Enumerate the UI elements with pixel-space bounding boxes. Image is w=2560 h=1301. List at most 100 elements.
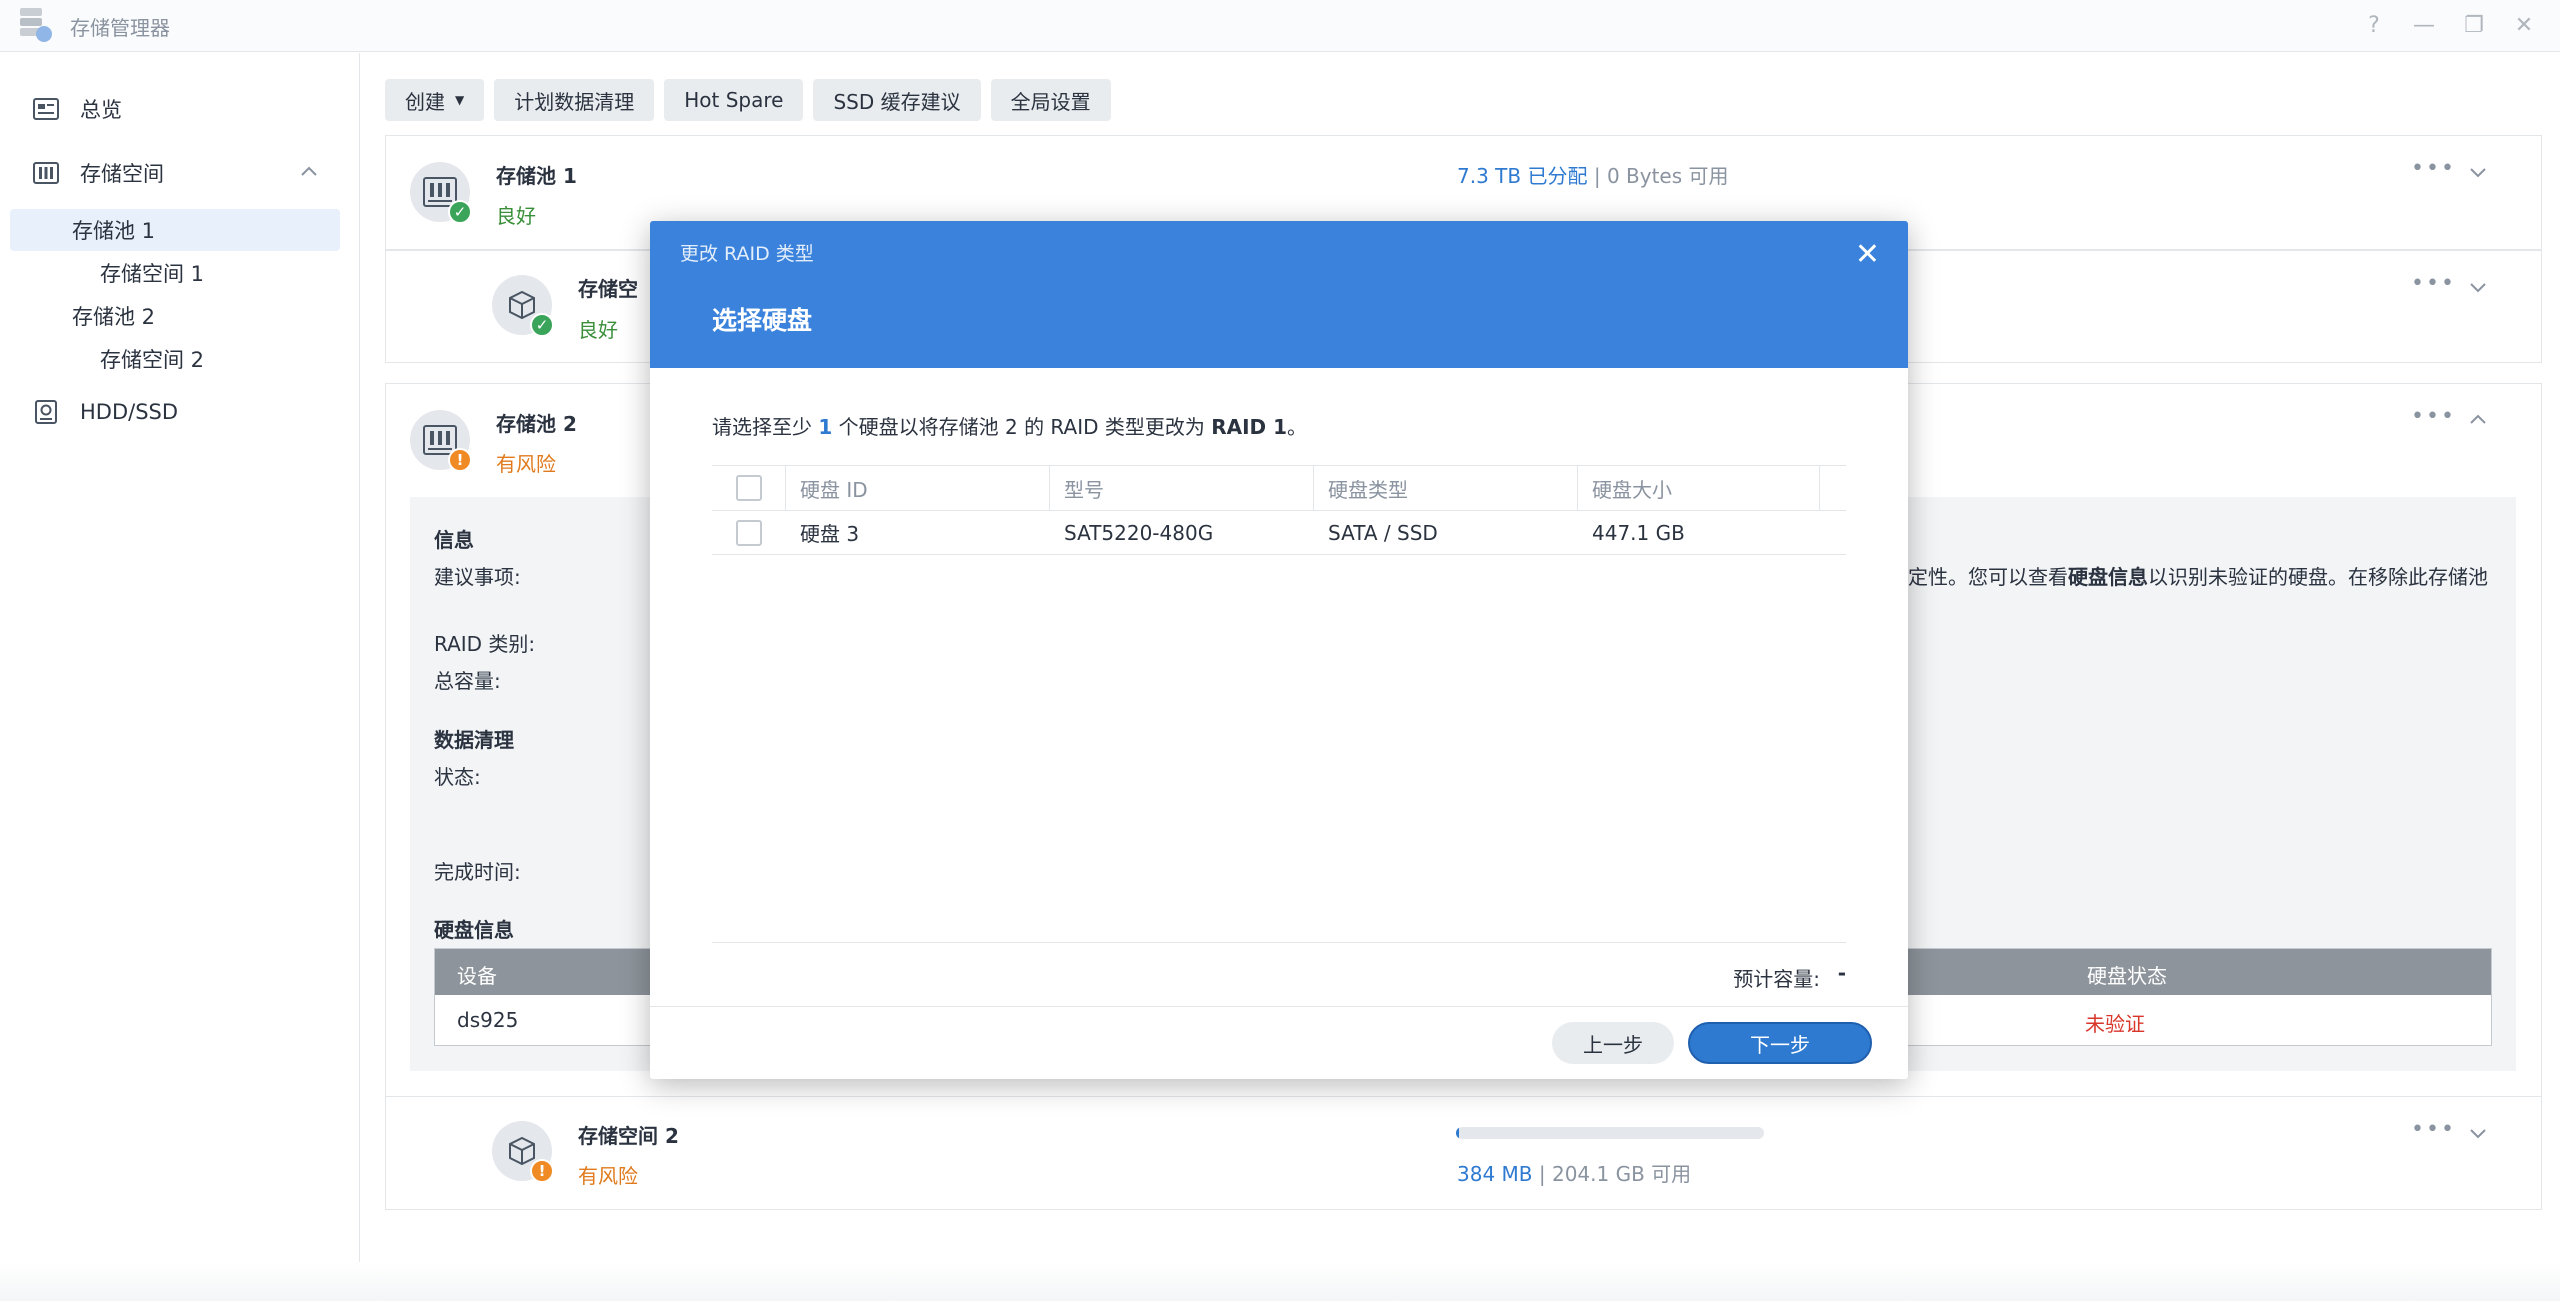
- storage-pool-icon: !: [410, 410, 472, 472]
- volume-icon: ✓: [492, 275, 554, 337]
- select-all-checkbox[interactable]: [735, 475, 762, 501]
- caret-down-icon: ▼: [455, 93, 465, 107]
- overview-icon: [32, 96, 60, 122]
- column-disk-state[interactable]: 硬盘状态: [2087, 960, 2167, 989]
- close-icon[interactable]: ✕: [1855, 237, 1880, 272]
- global-settings-button[interactable]: 全局设置: [990, 79, 1111, 121]
- pool-1-status: 良好: [496, 204, 536, 228]
- sidebar-item-label: 存储空间: [80, 162, 164, 186]
- warning-icon: !: [448, 448, 472, 472]
- create-button[interactable]: 创建 ▼: [385, 79, 485, 121]
- separator: |: [1538, 1162, 1546, 1186]
- table-row[interactable]: 硬盘 3 SAT5220-480G SATA / SSD 447.1 GB: [712, 511, 1846, 555]
- previous-button[interactable]: 上一步: [1552, 1022, 1674, 1064]
- storage-icon: [32, 160, 60, 186]
- column-disk-id[interactable]: 硬盘 ID: [786, 466, 1050, 510]
- desc-part: 请选择至少: [712, 415, 812, 439]
- volume-2-card[interactable]: ! 存储空间 2 有风险 384 MB | 204.1 GB 可用 •••: [385, 1096, 2542, 1210]
- sidebar-item-label: 存储空间 1: [100, 262, 205, 286]
- more-options-icon[interactable]: •••: [2411, 271, 2456, 296]
- storage-manager-app-icon: [20, 8, 52, 42]
- chevron-down-icon[interactable]: [2469, 1127, 2487, 1141]
- warning-icon: !: [530, 1159, 554, 1183]
- check-icon: ✓: [530, 313, 554, 337]
- step-title: 选择硬盘: [712, 306, 813, 335]
- chevron-down-icon[interactable]: [2469, 166, 2487, 180]
- disk-info-link[interactable]: 硬盘信息: [2068, 565, 2148, 589]
- volume-1-name: 存储空: [578, 277, 638, 301]
- volume-icon: !: [492, 1121, 554, 1183]
- sidebar-item-overview[interactable]: 总览: [10, 88, 340, 130]
- disk-id-cell: 硬盘 3: [800, 522, 860, 546]
- title-bar: 存储管理器 ? — ❐ ✕: [0, 0, 2560, 52]
- sidebar-item-label: HDD/SSD: [80, 400, 179, 424]
- disk-state-cell: 未验证: [2085, 1012, 2145, 1036]
- sidebar-item-hdd-ssd[interactable]: HDD/SSD: [10, 391, 340, 433]
- sidebar-item-label: 总览: [80, 98, 122, 122]
- column-device[interactable]: 设备: [457, 960, 497, 989]
- sidebar-item-storage[interactable]: 存储空间: [10, 152, 340, 194]
- dialog-header: 更改 RAID 类型 选择硬盘 ✕: [650, 221, 1908, 368]
- hot-spare-button[interactable]: Hot Spare: [664, 79, 804, 121]
- help-icon[interactable]: ?: [2356, 8, 2392, 42]
- separator: |: [1593, 164, 1601, 188]
- row-checkbox[interactable]: [736, 519, 762, 546]
- create-label: 创建: [405, 89, 445, 114]
- dialog-description: 请选择至少 1 个硬盘以将存储池 2 的 RAID 类型更改为 RAID 1。: [712, 411, 1307, 440]
- close-window-icon[interactable]: ✕: [2506, 8, 2542, 42]
- pool-2-name: 存储池 2: [496, 412, 577, 436]
- minimize-icon[interactable]: —: [2406, 8, 2442, 42]
- volume-1-status: 良好: [578, 318, 618, 342]
- volume-2-usage-bar: [1456, 1127, 1764, 1139]
- chevron-up-icon[interactable]: [2469, 412, 2487, 426]
- sidebar-item-label: 存储空间 2: [100, 348, 205, 372]
- pool-1-available: 0 Bytes 可用: [1606, 164, 1729, 188]
- toolbar: 创建 ▼ 计划数据清理 Hot Spare SSD 缓存建议 全局设置: [385, 79, 1111, 121]
- column-disk-size[interactable]: 硬盘大小: [1578, 466, 1820, 510]
- sidebar-item-label: 存储池 1: [72, 219, 156, 243]
- suggestion-label: 建议事项:: [434, 565, 521, 589]
- sidebar-item-pool-2[interactable]: 存储池 2: [10, 295, 340, 337]
- data-scrub-schedule-button[interactable]: 计划数据清理: [494, 79, 655, 121]
- select-all-cell: [712, 466, 786, 510]
- desc-end: 。: [1287, 415, 1308, 439]
- raid-type-label: RAID 类别:: [434, 632, 536, 656]
- pool-1-capacity: 7.3 TB 已分配 | 0 Bytes 可用: [1457, 160, 1729, 189]
- disk-selection-table: 硬盘 ID 型号 硬盘类型 硬盘大小 硬盘 3 SAT5220-480G SAT…: [712, 465, 1846, 943]
- chevron-down-icon[interactable]: [2469, 281, 2487, 295]
- desc-raid-type: RAID 1: [1211, 415, 1288, 439]
- more-options-icon[interactable]: •••: [2411, 404, 2456, 429]
- next-button[interactable]: 下一步: [1688, 1022, 1872, 1064]
- change-raid-type-dialog: 更改 RAID 类型 选择硬盘 ✕ 请选择至少 1 个硬盘以将存储池 2 的 R…: [650, 221, 1908, 1079]
- desc-part: 个硬盘以将存储池 2 的 RAID 类型更改为: [838, 415, 1205, 439]
- volume-2-name: 存储空间 2: [578, 1124, 679, 1148]
- suggestion-text-a: 定性。您可以查看: [1908, 565, 2068, 589]
- sidebar-item-pool-1[interactable]: 存储池 1: [10, 209, 340, 251]
- table-header: 硬盘 ID 型号 硬盘类型 硬盘大小: [712, 465, 1846, 511]
- scrub-status-label: 状态:: [434, 765, 481, 789]
- dialog-title: 更改 RAID 类型: [680, 243, 814, 265]
- volume-2-capacity: 384 MB | 204.1 GB 可用: [1457, 1158, 1691, 1187]
- sidebar-item-volume-1[interactable]: 存储空间 1: [10, 252, 340, 294]
- more-options-icon[interactable]: •••: [2411, 1117, 2456, 1142]
- restore-icon[interactable]: ❐: [2456, 8, 2492, 42]
- volume-2-available: 204.1 GB 可用: [1551, 1162, 1692, 1186]
- completion-time-label: 完成时间:: [434, 860, 521, 884]
- estimated-capacity-label: 预计容量:: [1733, 967, 1820, 991]
- column-model[interactable]: 型号: [1050, 466, 1314, 510]
- hdd-icon: [32, 399, 60, 425]
- window-controls: ? — ❐ ✕: [2356, 8, 2542, 42]
- pool-1-allocated: 7.3 TB 已分配: [1457, 164, 1588, 188]
- data-scrub-section-title: 数据清理: [434, 728, 514, 752]
- estimated-capacity-value: -: [1837, 961, 1846, 985]
- total-capacity-label: 总容量:: [434, 669, 501, 693]
- ssd-cache-advisor-button[interactable]: SSD 缓存建议: [813, 79, 981, 121]
- column-disk-type[interactable]: 硬盘类型: [1314, 466, 1578, 510]
- pool-1-name: 存储池 1: [496, 164, 577, 188]
- chevron-up-icon[interactable]: [300, 164, 318, 178]
- sidebar-item-volume-2[interactable]: 存储空间 2: [10, 338, 340, 380]
- more-options-icon[interactable]: •••: [2411, 156, 2456, 181]
- disk-info-section-title: 硬盘信息: [434, 918, 514, 942]
- suggestion-text: 定性。您可以查看硬盘信息以识别未验证的硬盘。在移除此存储池: [1908, 561, 2488, 590]
- model-cell: SAT5220-480G: [1064, 520, 1214, 545]
